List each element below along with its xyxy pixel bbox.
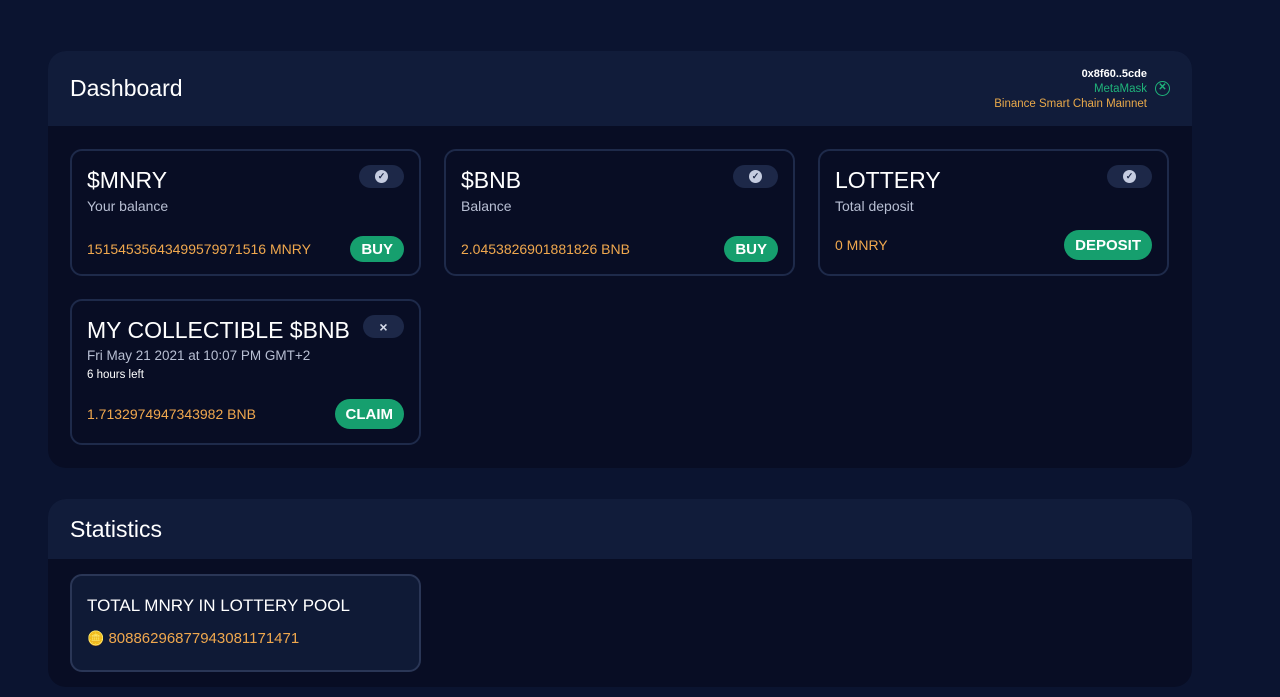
wallet-network: Binance Smart Chain Mainnet <box>994 98 1147 110</box>
check-icon: ✓ <box>375 170 388 183</box>
dashboard-header: Dashboard 0x8f60..5cde MetaMask Binance … <box>48 51 1192 126</box>
mnry-card: $MNRY ✓ Your balance 1515453564349957997… <box>70 149 421 276</box>
lottery-pool-row: 🪙 8088629687794308117147​1 <box>87 630 299 647</box>
card-title: $MNRY <box>87 167 168 193</box>
bnb-balance-value: 2.0453826901881826 BNB <box>461 241 630 257</box>
claim-button[interactable]: CLAIM <box>334 399 404 429</box>
statistics-title: Statistics <box>70 515 163 542</box>
collectible-card: MY COLLECTIBLE $BNB × Fri May 21 2021 at… <box>70 299 421 445</box>
status-toggle[interactable]: ✓ <box>359 165 404 188</box>
wallet-info: 0x8f60..5cde MetaMask Binance Smart Chai… <box>994 67 1147 112</box>
mnry-balance-value: 15154535643499579971516 MNRY <box>87 241 311 257</box>
coins-icon: 🪙 <box>87 630 105 646</box>
collectible-value: 1.7132974947343982 BNB <box>87 406 256 422</box>
wallet-provider: MetaMask <box>1093 83 1147 95</box>
statistics-header: Statistics <box>48 499 1192 559</box>
close-icon: × <box>379 318 388 335</box>
card-subtitle: Your balance <box>87 198 169 214</box>
dashboard-panel: Dashboard 0x8f60..5cde MetaMask Binance … <box>48 51 1192 468</box>
card-title: $BNB <box>461 167 522 193</box>
card-title: MY COLLECTIBLE $BNB <box>87 317 350 343</box>
status-toggle[interactable]: ✓ <box>733 165 778 188</box>
check-icon: ✓ <box>1123 170 1136 183</box>
dismiss-toggle[interactable]: × <box>363 315 404 338</box>
disconnect-wallet-icon[interactable]: ✕ <box>1155 81 1170 96</box>
lottery-card: LOTTERY ✓ Total deposit 0 MNRY DEPOSIT <box>818 149 1169 276</box>
card-subtitle: Balance <box>461 198 512 214</box>
wallet-address: 0x8f60..5cde <box>1081 68 1147 80</box>
status-toggle[interactable]: ✓ <box>1107 165 1152 188</box>
lottery-deposit-value: 0 MNRY <box>835 237 888 253</box>
lottery-pool-title: TOTAL MNRY IN LOTTERY POOL <box>87 596 350 615</box>
statistics-panel: Statistics TOTAL MNRY IN LOTTERY POOL 🪙 … <box>48 499 1192 687</box>
bnb-card: $BNB ✓ Balance 2.0453826901881826 BNB BU… <box>444 149 795 276</box>
lottery-pool-card: TOTAL MNRY IN LOTTERY POOL 🪙 80886296877… <box>70 574 421 672</box>
card-date: Fri May 21 2021 at 10:07 PM GMT+2 <box>87 348 311 363</box>
deposit-button[interactable]: DEPOSIT <box>1064 230 1152 260</box>
check-icon: ✓ <box>749 170 762 183</box>
lottery-pool-value: 8088629687794308117147​1 <box>108 630 300 647</box>
dashboard-title: Dashboard <box>70 75 183 101</box>
card-title: LOTTERY <box>835 167 941 193</box>
time-left: 6 hours left <box>87 369 144 381</box>
card-subtitle: Total deposit <box>835 198 914 214</box>
buy-bnb-button[interactable]: BUY <box>724 236 778 262</box>
buy-mnry-button[interactable]: BUY <box>350 236 404 262</box>
